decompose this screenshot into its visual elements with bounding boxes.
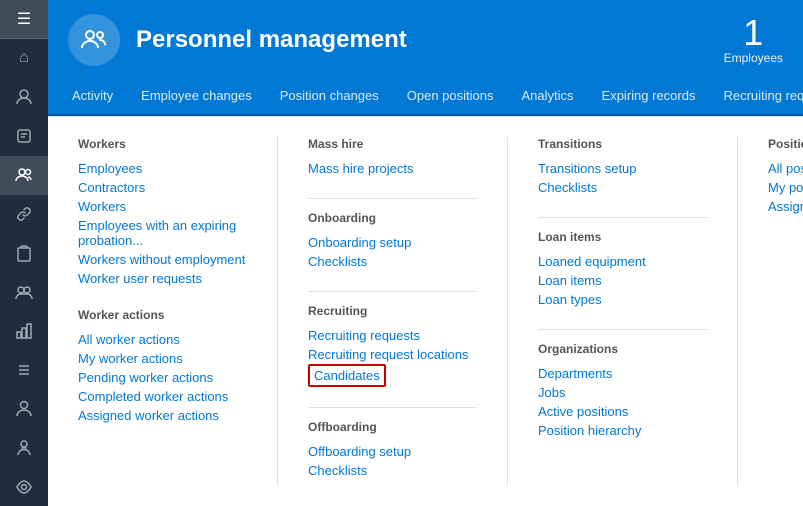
link-active-positions[interactable]: Active positions — [538, 402, 707, 421]
main-area: Personnel management 1 Employees Activit… — [48, 0, 803, 506]
tab-open-positions[interactable]: Open positions — [393, 80, 508, 114]
header-stat: 1 Employees — [724, 15, 783, 65]
nav-tabs: Activity Employee changes Position chang… — [48, 80, 803, 116]
position-actions-title: Position actions — [768, 137, 803, 151]
sidebar-list-icon[interactable] — [0, 350, 48, 389]
link-worker-user-requests[interactable]: Worker user requests — [78, 269, 247, 288]
link-departments[interactable]: Departments — [538, 364, 707, 383]
link-completed-worker-actions[interactable]: Completed worker actions — [78, 387, 247, 406]
section-loan-items: Loan items Loaned equipment Loan items L… — [538, 230, 707, 309]
sidebar-user-icon[interactable] — [0, 78, 48, 117]
col-transitions: Transitions Transitions setup Checklists… — [538, 137, 738, 486]
tab-position-changes[interactable]: Position changes — [266, 80, 393, 114]
sidebar: ☰ ⌂ — [0, 0, 48, 506]
link-offboarding-setup[interactable]: Offboarding setup — [308, 442, 477, 461]
sidebar-home-icon[interactable]: ⌂ — [0, 39, 48, 78]
link-assigned-position-actions[interactable]: Assigned position actions — [768, 197, 803, 216]
sidebar-clipboard-icon[interactable] — [0, 234, 48, 273]
link-my-position-actions[interactable]: My position actions — [768, 178, 803, 197]
link-jobs[interactable]: Jobs — [538, 383, 707, 402]
recruiting-title: Recruiting — [308, 304, 477, 318]
tab-expiring-records[interactable]: Expiring records — [588, 80, 710, 114]
link-loaned-equipment[interactable]: Loaned equipment — [538, 252, 707, 271]
module-icon — [68, 14, 120, 66]
sidebar-eye-icon[interactable] — [0, 467, 48, 506]
section-offboarding: Offboarding Offboarding setup Checklists — [308, 420, 477, 480]
sidebar-group-icon[interactable] — [0, 273, 48, 312]
link-assigned-worker-actions[interactable]: Assigned worker actions — [78, 406, 247, 425]
worker-actions-title: Worker actions — [78, 308, 247, 322]
divider-5 — [538, 329, 707, 330]
link-onboarding-setup[interactable]: Onboarding setup — [308, 233, 477, 252]
link-all-worker-actions[interactable]: All worker actions — [78, 330, 247, 349]
divider-2 — [308, 291, 477, 292]
organizations-title: Organizations — [538, 342, 707, 356]
loan-items-title: Loan items — [538, 230, 707, 244]
link-recruiting-request-locations[interactable]: Recruiting request locations — [308, 345, 477, 364]
section-position-actions: Position actions All position actions My… — [768, 137, 803, 216]
col-hire-onboard: Mass hire Mass hire projects Onboarding … — [308, 137, 508, 486]
link-contractors[interactable]: Contractors — [78, 178, 247, 197]
offboarding-title: Offboarding — [308, 420, 477, 434]
col-workers: Workers Employees Contractors Workers Em… — [78, 137, 278, 486]
col-position-actions: Position actions All position actions My… — [768, 137, 803, 486]
onboarding-title: Onboarding — [308, 211, 477, 225]
link-workers[interactable]: Workers — [78, 197, 247, 216]
section-organizations: Organizations Departments Jobs Active po… — [538, 342, 707, 440]
transitions-title: Transitions — [538, 137, 707, 151]
divider-3 — [308, 407, 477, 408]
section-transitions: Transitions Transitions setup Checklists — [538, 137, 707, 197]
sidebar-chart-icon[interactable] — [0, 311, 48, 350]
tab-activity[interactable]: Activity — [58, 80, 127, 114]
stat-number: 1 — [724, 15, 783, 51]
section-onboarding: Onboarding Onboarding setup Checklists — [308, 211, 477, 271]
link-onboarding-checklists[interactable]: Checklists — [308, 252, 477, 271]
page-title: Personnel management — [136, 26, 724, 54]
section-worker-actions: Worker actions All worker actions My wor… — [78, 308, 247, 425]
sidebar-people2-icon[interactable] — [0, 389, 48, 428]
mass-hire-title: Mass hire — [308, 137, 477, 151]
sidebar-person-icon[interactable] — [0, 428, 48, 467]
section-recruiting: Recruiting Recruiting requests Recruitin… — [308, 304, 477, 387]
tab-employee-changes[interactable]: Employee changes — [127, 80, 266, 114]
link-my-worker-actions[interactable]: My worker actions — [78, 349, 247, 368]
divider-4 — [538, 217, 707, 218]
link-loan-items[interactable]: Loan items — [538, 271, 707, 290]
divider-1 — [308, 198, 477, 199]
tab-recruiting-requests[interactable]: Recruiting requests — [709, 80, 803, 114]
section-workers: Workers Employees Contractors Workers Em… — [78, 137, 247, 288]
tab-analytics[interactable]: Analytics — [508, 80, 588, 114]
section-mass-hire: Mass hire Mass hire projects — [308, 137, 477, 178]
sidebar-menu-icon[interactable]: ☰ — [0, 0, 48, 39]
sidebar-finger-icon[interactable] — [0, 117, 48, 156]
sidebar-people-icon[interactable] — [0, 156, 48, 195]
link-pending-worker-actions[interactable]: Pending worker actions — [78, 368, 247, 387]
links-dropdown: Workers Employees Contractors Workers Em… — [48, 116, 803, 506]
link-offboarding-checklists[interactable]: Checklists — [308, 461, 477, 480]
link-employees[interactable]: Employees — [78, 159, 247, 178]
header: Personnel management 1 Employees — [48, 0, 803, 80]
stat-label: Employees — [724, 51, 783, 65]
link-mass-hire-projects[interactable]: Mass hire projects — [308, 159, 477, 178]
workers-title: Workers — [78, 137, 247, 151]
sidebar-link-icon[interactable] — [0, 195, 48, 234]
link-transitions-checklists[interactable]: Checklists — [538, 178, 707, 197]
link-workers-without-employment[interactable]: Workers without employment — [78, 250, 247, 269]
link-employees-expiring[interactable]: Employees with an expiring probation... — [78, 216, 247, 250]
link-all-position-actions[interactable]: All position actions — [768, 159, 803, 178]
link-loan-types[interactable]: Loan types — [538, 290, 707, 309]
link-transitions-setup[interactable]: Transitions setup — [538, 159, 707, 178]
link-candidates[interactable]: Candidates — [308, 364, 386, 387]
link-recruiting-requests[interactable]: Recruiting requests — [308, 326, 477, 345]
link-position-hierarchy[interactable]: Position hierarchy — [538, 421, 707, 440]
